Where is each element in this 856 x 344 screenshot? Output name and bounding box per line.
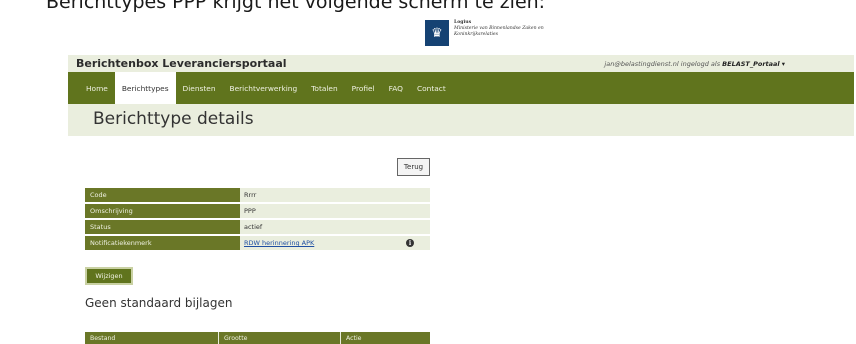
logius-logo: ♛ Logius Ministerie van Binnenlandse Zak… — [425, 20, 544, 46]
attachments-table-header: Bestand Grootte Actie — [85, 332, 430, 344]
nav-item-totalen[interactable]: Totalen — [304, 72, 345, 104]
nav-item-contact[interactable]: Contact — [410, 72, 453, 104]
top-bar: Berichtenbox Leveranciersportaal jan@bel… — [68, 55, 854, 72]
nav-item-faq[interactable]: FAQ — [382, 72, 410, 104]
details-row-code: Code Rrrr — [85, 188, 430, 202]
logo-line-3: Koninkrijksrelaties — [454, 32, 498, 37]
details-row-status: Status actief — [85, 220, 430, 234]
edit-button[interactable]: Wijzigen — [85, 267, 133, 285]
page-title: Berichttype details — [93, 109, 254, 129]
nav-item-berichttypes[interactable]: Berichttypes — [114, 72, 176, 104]
user-role: BELAST_Portaal — [722, 59, 780, 68]
column-header-bestand: Bestand — [85, 332, 219, 344]
nav-item-profiel[interactable]: Profiel — [345, 72, 382, 104]
user-menu[interactable]: jan@belastingdienst.nl ingelogd als BELA… — [604, 60, 854, 68]
details-row-omschrijving: Omschrijving PPP — [85, 204, 430, 218]
details-label: Notificatiekenmerk — [85, 236, 240, 250]
logo-text: Logius Ministerie van Binnenlandse Zaken… — [454, 20, 544, 38]
details-value: RDW herinnering APK i — [240, 236, 430, 250]
details-value: PPP — [240, 204, 430, 218]
coat-of-arms-icon: ♛ — [425, 20, 449, 46]
details-row-notificatiekenmerk: Notificatiekenmerk RDW herinnering APK i — [85, 236, 430, 250]
portal-brand: Berichtenbox Leveranciersportaal — [76, 57, 287, 70]
document-caption: Berichttypes PPP krijgt het volgende sch… — [46, 0, 546, 13]
details-value: actief — [240, 220, 430, 234]
attachments-heading: Geen standaard bijlagen — [85, 296, 233, 310]
title-bar: Berichttype details — [68, 104, 854, 136]
back-button[interactable]: Terug — [397, 158, 430, 176]
chevron-down-icon: ▾ — [781, 59, 785, 68]
user-login-text: jan@belastingdienst.nl ingelogd als — [604, 59, 723, 68]
details-table: Code Rrrr Omschrijving PPP Status actief… — [85, 188, 430, 252]
notification-link[interactable]: RDW herinnering APK — [244, 239, 314, 247]
details-label: Omschrijving — [85, 204, 240, 218]
column-header-grootte: Grootte — [219, 332, 341, 344]
details-value: Rrrr — [240, 188, 430, 202]
nav-item-berichtverwerking[interactable]: Berichtverwerking — [223, 72, 305, 104]
details-label: Status — [85, 220, 240, 234]
details-label: Code — [85, 188, 240, 202]
column-header-actie: Actie — [346, 334, 362, 342]
main-navigation: Home Berichttypes Diensten Berichtverwer… — [68, 72, 854, 104]
info-icon[interactable]: i — [406, 239, 414, 247]
nav-item-diensten[interactable]: Diensten — [176, 72, 223, 104]
nav-item-home[interactable]: Home — [79, 72, 115, 104]
